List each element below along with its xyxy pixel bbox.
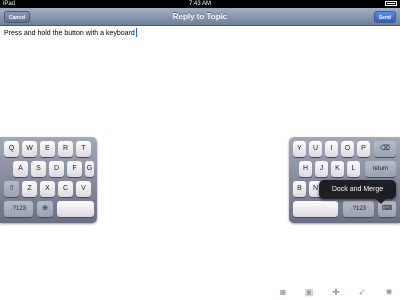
key-j[interactable]: J — [315, 161, 328, 177]
shift-key[interactable]: ⇧ — [4, 181, 19, 197]
key-d[interactable]: D — [49, 161, 64, 177]
key-b[interactable]: B — [293, 181, 306, 197]
key-r[interactable]: R — [58, 141, 73, 157]
key-l[interactable]: L — [347, 161, 360, 177]
space-key-right[interactable] — [293, 201, 338, 217]
key-g[interactable]: G — [85, 161, 94, 177]
key-i[interactable]: I — [325, 141, 338, 157]
delete-key[interactable]: ⌫ — [374, 141, 396, 157]
gear-icon[interactable]: ✹ — [384, 287, 394, 297]
key-z[interactable]: Z — [22, 181, 37, 197]
globe-icon[interactable]: ⊕ — [37, 201, 53, 217]
camera-icon[interactable]: ◙ — [278, 287, 288, 297]
navigation-bar: Cancel Reply to Topic Send — [0, 8, 400, 26]
key-o[interactable]: O — [341, 141, 354, 157]
puzzle-icon[interactable]: ✚ — [331, 287, 341, 297]
photo-icon[interactable]: ▣ — [304, 287, 314, 297]
twitter-bird-icon[interactable]: ➶ — [357, 287, 367, 297]
dock-and-merge-label: Dock and Merge — [331, 186, 384, 193]
key-h[interactable]: H — [299, 161, 312, 177]
key-s[interactable]: S — [31, 161, 46, 177]
key-p[interactable]: P — [357, 141, 370, 157]
battery-icon — [385, 1, 397, 6]
key-q[interactable]: Q — [4, 141, 19, 157]
bottom-toolbar: ◙ ▣ ✚ ➶ ✹ — [0, 285, 400, 300]
key-t[interactable]: T — [76, 141, 91, 157]
return-key[interactable]: return — [365, 161, 396, 177]
key-x[interactable]: X — [40, 181, 55, 197]
space-key-left[interactable] — [57, 201, 94, 217]
reply-text-area[interactable]: Press and hold the button with a keyboar… — [4, 28, 137, 39]
numbers-key-right[interactable]: .?123 — [343, 201, 374, 217]
key-u[interactable]: U — [309, 141, 322, 157]
split-keyboard-left: Q W E R T A S D F G ⇧ Z X C V .?123 ⊕ — [0, 137, 97, 223]
status-bar: iPad 7:43 AM — [0, 0, 400, 8]
dock-and-merge-popup[interactable]: Dock and Merge — [319, 180, 396, 204]
status-time: 7:43 AM — [188, 1, 211, 7]
key-f[interactable]: F — [67, 161, 82, 177]
key-c[interactable]: C — [58, 181, 73, 197]
text-cursor — [135, 28, 137, 37]
reply-text: Press and hold the button with a keyboar… — [4, 30, 135, 37]
key-w[interactable]: W — [22, 141, 37, 157]
numbers-key[interactable]: .?123 — [4, 201, 33, 217]
key-k[interactable]: K — [331, 161, 344, 177]
key-a[interactable]: A — [13, 161, 28, 177]
send-button[interactable]: Send — [373, 11, 396, 23]
key-v[interactable]: V — [76, 181, 91, 197]
key-y[interactable]: Y — [293, 141, 306, 157]
page-title: Reply to Topic — [172, 12, 228, 21]
key-e[interactable]: E — [40, 141, 55, 157]
